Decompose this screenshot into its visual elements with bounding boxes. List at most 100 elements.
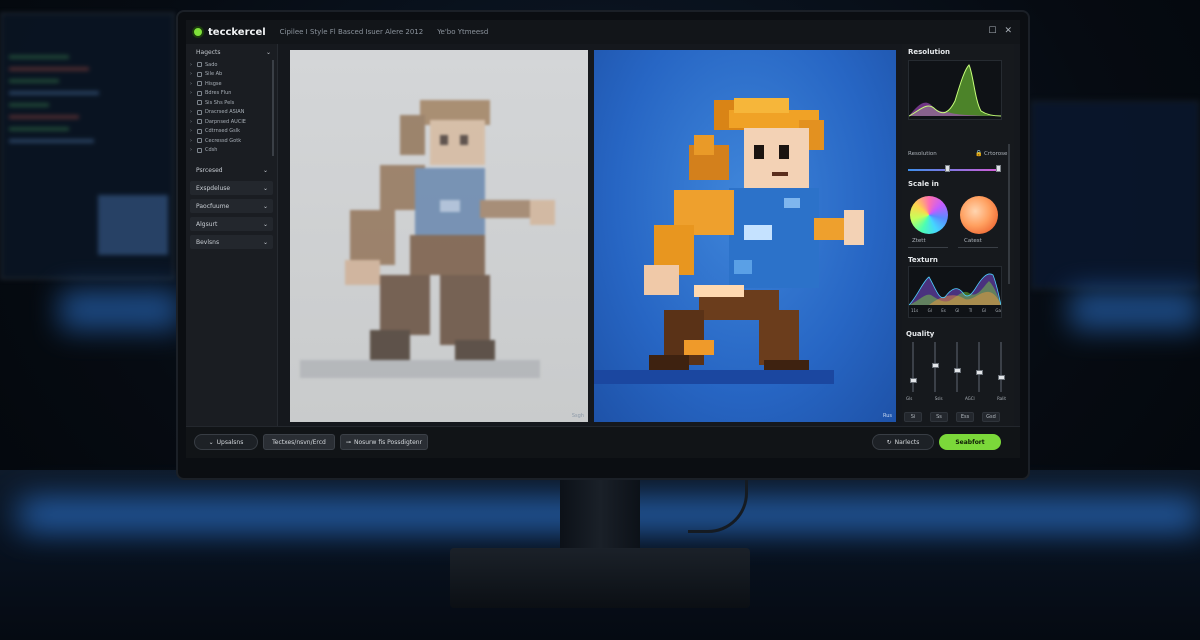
- monitor-stand: [560, 478, 640, 558]
- tree-item[interactable]: Sis Shs Pels: [190, 98, 277, 108]
- secondary-action-label: Narlects: [894, 438, 920, 446]
- compare-button-label: Nosurw fis Possdigtenr: [353, 438, 423, 446]
- tree-item-label: Cecressd Gotk: [205, 137, 242, 144]
- tree-item[interactable]: › Dracrsed ASIAN: [190, 108, 277, 118]
- quality-preset-button[interactable]: Ss: [930, 412, 948, 422]
- left-panel: Hagects ⌄ › Sado › Sile Ab › Hisgse › Bdres …: [186, 44, 278, 426]
- quality-fader-handle[interactable]: [909, 377, 917, 383]
- file-icon: [197, 128, 202, 134]
- upscaled-pane-label: Rus: [882, 413, 892, 419]
- fader-label: AGCl: [964, 396, 975, 401]
- chevron-down-icon: ⌄: [262, 238, 268, 246]
- sprite-blurry: [300, 100, 555, 378]
- resolution-toggle[interactable]: Crtorose: [984, 151, 1007, 157]
- tree-item[interactable]: › Cecressd Gotk: [190, 136, 277, 146]
- tone-wheel[interactable]: [960, 196, 998, 234]
- tree-item-label: Sis Shs Pels: [205, 99, 235, 106]
- tick-label: Gl: [927, 308, 932, 313]
- tick-label: Tl: [968, 308, 973, 313]
- resolution-slider-end-handle[interactable]: [996, 165, 1001, 172]
- tree-item[interactable]: › Cdtrnsed Gslk: [190, 127, 277, 137]
- right-panel: Resolution Resolution 🔒 Crtorose Scale i…: [902, 44, 1014, 426]
- tree-item-label: Bdres Flun: [205, 90, 232, 97]
- close-icon[interactable]: ✕: [1004, 26, 1012, 36]
- panel-section-export[interactable]: Exspdeluse ⌄: [190, 181, 273, 195]
- lock-icon: 🔒: [975, 150, 983, 157]
- quality-fader-track[interactable]: [912, 342, 914, 392]
- chevron-right-icon: ›: [190, 137, 192, 144]
- chevron-down-icon: ⌄: [262, 220, 268, 228]
- chevron-down-icon: ⌄: [265, 48, 271, 56]
- compare-button[interactable]: ⊸ Nosurw fis Possdigtenr: [340, 434, 428, 450]
- original-sprite: [300, 100, 555, 378]
- file-icon: [197, 119, 202, 125]
- quality-title: Quality: [906, 330, 935, 338]
- section-label: Algsurt: [196, 220, 218, 228]
- chevron-down-icon: ⌄: [208, 438, 214, 446]
- tree-item-label: Dracrsed ASIAN: [205, 109, 245, 116]
- upscale-toggle-button[interactable]: ⌄ Upsalsns: [194, 434, 258, 450]
- section-label: Bevlsns: [196, 238, 220, 246]
- tree-item[interactable]: › Bdres Flun: [190, 89, 277, 99]
- monitor-stand-base: [450, 548, 750, 608]
- quality-fader-handle[interactable]: [997, 375, 1005, 380]
- tick-label: Ga: [995, 308, 1001, 313]
- title-menu-text[interactable]: Cipilee I Style Fl Basced Isuer Alere 20…: [280, 28, 424, 36]
- quality-fader-handle[interactable]: [953, 367, 961, 373]
- projects-header[interactable]: Hagects ⌄: [186, 44, 277, 60]
- tree-item[interactable]: › Darpnsed AUCIE: [190, 117, 277, 127]
- panel-section-profile[interactable]: Paocfuume ⌄: [190, 199, 273, 213]
- background-monitor-right: [1030, 100, 1200, 290]
- upscaled-image-pane[interactable]: Rus: [594, 50, 896, 422]
- quality-fader-handle[interactable]: [975, 370, 983, 375]
- tree-item-label: Sile Ab: [205, 71, 223, 78]
- quality-fader-track[interactable]: [1000, 342, 1002, 392]
- tone-wheel-label: Catest: [964, 238, 982, 244]
- texture-histogram: 11s Gl Es Gl Tl Gl Ga: [908, 266, 1002, 318]
- color-wheel[interactable]: [910, 196, 948, 234]
- chevron-right-icon: ›: [190, 80, 192, 87]
- processed-section-label: Psrcesed: [196, 166, 223, 174]
- histogram-graphic: [908, 64, 1002, 117]
- app-window: tecckercel Cipilee I Style Fl Basced Isu…: [186, 20, 1020, 458]
- resolution-slider[interactable]: [908, 169, 1000, 171]
- original-image-pane[interactable]: Ssgh: [290, 50, 588, 422]
- window-controls: ☐ ✕: [988, 26, 1012, 36]
- resolution-slider-handle[interactable]: [944, 165, 950, 172]
- tick-label: Gl: [981, 308, 986, 313]
- resolution-title: Resolution: [908, 48, 951, 56]
- chevron-right-icon: ›: [190, 109, 192, 116]
- export-button[interactable]: Tectxes/nsvn/Ercd: [263, 434, 335, 450]
- fader-label: Ssls: [934, 396, 943, 401]
- right-panel-scrollbar[interactable]: [1008, 144, 1010, 284]
- tree-item[interactable]: › Hisgse: [190, 79, 277, 89]
- file-icon: [197, 109, 202, 115]
- panel-section-levels[interactable]: Bevlsns ⌄: [190, 235, 273, 249]
- fader-label: Ralit: [997, 396, 1006, 401]
- tree-item[interactable]: › Cdsh: [190, 146, 277, 156]
- maximize-icon[interactable]: ☐: [988, 26, 996, 36]
- quality-preset-button[interactable]: Ess: [956, 412, 974, 422]
- tick-label: Es: [941, 308, 946, 313]
- tree-item-label: Cdtrnsed Gslk: [205, 128, 240, 135]
- scale-title: Scale in: [908, 180, 939, 188]
- tree-item[interactable]: › Sile Ab: [190, 70, 277, 80]
- panel-section-algorithm[interactable]: Algsurt ⌄: [190, 217, 273, 231]
- texture-ticks: 11s Gl Es Gl Tl Gl Ga: [911, 308, 1001, 313]
- tree-scrollbar[interactable]: [272, 60, 274, 156]
- tick-label: Gl: [955, 308, 960, 313]
- quality-fader-track[interactable]: [978, 342, 980, 392]
- quality-preset-button[interactable]: Gsd: [982, 412, 1000, 422]
- quality-preset-button[interactable]: Si: [904, 412, 922, 422]
- title-bar: tecckercel Cipilee I Style Fl Basced Isu…: [186, 20, 1020, 44]
- processed-section[interactable]: Psrcesed ⌄: [190, 163, 273, 177]
- desk-scene: tecckercel Cipilee I Style Fl Basced Isu…: [0, 0, 1200, 640]
- secondary-action-button[interactable]: ↻ Narlects: [872, 434, 934, 450]
- primary-action-button[interactable]: Seabfort: [939, 434, 1001, 450]
- app-title: tecckercel: [208, 26, 266, 38]
- original-pane-label: Ssgh: [571, 413, 584, 419]
- quality-fader-handle[interactable]: [931, 362, 939, 368]
- tree-item[interactable]: › Sado: [190, 60, 277, 70]
- background-monitor-left: [0, 12, 175, 280]
- title-menu-text-2[interactable]: Ye'bo Ytmeesd: [437, 28, 488, 36]
